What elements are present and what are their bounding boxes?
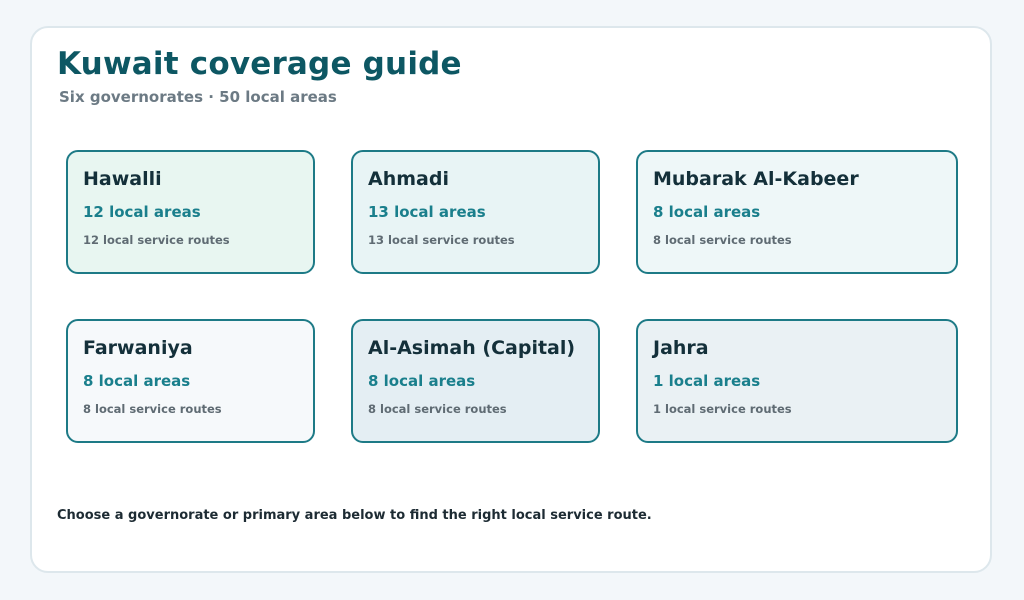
page-title: Kuwait coverage guide bbox=[57, 46, 462, 82]
service-routes-count: 8 local service routes bbox=[83, 402, 222, 416]
service-routes-count: 1 local service routes bbox=[653, 402, 792, 416]
service-routes-count: 8 local service routes bbox=[653, 233, 792, 247]
service-routes-count: 12 local service routes bbox=[83, 233, 230, 247]
service-routes-count: 13 local service routes bbox=[368, 233, 515, 247]
local-areas-count: 12 local areas bbox=[83, 203, 201, 221]
governorate-card-mubarak-al-kabeer[interactable]: Mubarak Al-Kabeer 8 local areas 8 local … bbox=[636, 150, 958, 274]
coverage-panel bbox=[30, 26, 992, 573]
governorate-card-jahra[interactable]: Jahra 1 local areas 1 local service rout… bbox=[636, 319, 958, 443]
local-areas-count: 1 local areas bbox=[653, 372, 761, 390]
governorate-name: Mubarak Al-Kabeer bbox=[653, 168, 859, 190]
governorate-card-ahmadi[interactable]: Ahmadi 13 local areas 13 local service r… bbox=[351, 150, 600, 274]
governorate-card-al-asimah[interactable]: Al-Asimah (Capital) 8 local areas 8 loca… bbox=[351, 319, 600, 443]
local-areas-count: 8 local areas bbox=[653, 203, 761, 221]
governorate-card-farwaniya[interactable]: Farwaniya 8 local areas 8 local service … bbox=[66, 319, 315, 443]
governorate-name: Ahmadi bbox=[368, 168, 449, 190]
footer-instruction: Choose a governorate or primary area bel… bbox=[57, 508, 652, 523]
governorate-name: Al-Asimah (Capital) bbox=[368, 337, 576, 359]
governorate-name: Hawalli bbox=[83, 168, 162, 190]
governorate-name: Farwaniya bbox=[83, 337, 193, 359]
local-areas-count: 8 local areas bbox=[368, 372, 476, 390]
service-routes-count: 8 local service routes bbox=[368, 402, 507, 416]
local-areas-count: 13 local areas bbox=[368, 203, 486, 221]
governorate-name: Jahra bbox=[653, 337, 709, 359]
page-subtitle: Six governorates · 50 local areas bbox=[59, 88, 337, 106]
governorate-card-hawalli[interactable]: Hawalli 12 local areas 12 local service … bbox=[66, 150, 315, 274]
local-areas-count: 8 local areas bbox=[83, 372, 191, 390]
